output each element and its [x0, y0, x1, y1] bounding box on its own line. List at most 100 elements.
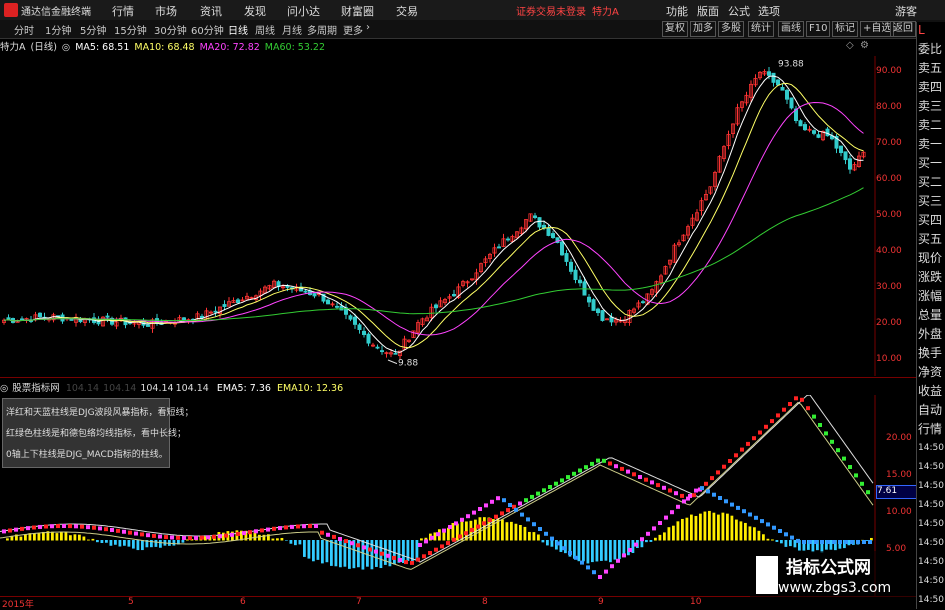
tool-f10[interactable]: F10: [806, 21, 831, 37]
short-wave-marker: [700, 486, 704, 491]
side-item[interactable]: 卖一: [918, 136, 945, 153]
candle-body: [312, 293, 317, 297]
period-60min[interactable]: 60分钟: [191, 22, 224, 37]
menu-function[interactable]: 功能: [666, 3, 688, 19]
chevron-right-icon[interactable]: ›: [366, 22, 370, 33]
side-item[interactable]: 涨跌: [918, 269, 945, 286]
menu-ask[interactable]: 问小达: [287, 3, 320, 19]
side-item[interactable]: L: [918, 22, 945, 39]
period-multi[interactable]: 多周期: [307, 22, 337, 37]
price-tick: 70.00: [876, 138, 902, 148]
side-item[interactable]: 总量: [918, 307, 945, 324]
side-item[interactable]: 买四: [918, 212, 945, 229]
menu-discover[interactable]: 发现: [244, 3, 266, 19]
macd-bar: [343, 540, 347, 567]
side-item[interactable]: 委比: [918, 41, 945, 58]
period-timeshare[interactable]: 分时: [14, 22, 34, 37]
menu-trade[interactable]: 交易: [396, 3, 418, 19]
wave-marker: [506, 508, 510, 513]
menu-quotes[interactable]: 行情: [112, 3, 134, 19]
side-item[interactable]: 外盘: [918, 326, 945, 343]
candle-body: [839, 145, 844, 154]
settings-icon[interactable]: ⚙: [860, 40, 869, 51]
period-1min[interactable]: 1分钟: [45, 22, 71, 37]
expand-icon[interactable]: ◇: [846, 40, 854, 51]
macd-bar: [447, 527, 450, 541]
side-item[interactable]: 14:50: [918, 592, 945, 609]
period-monthly[interactable]: 月线: [282, 22, 302, 37]
wave-marker: [470, 527, 474, 532]
side-item[interactable]: 14:50: [918, 573, 945, 590]
note-line-2: 红绿色柱线是和德包络均线指标，看中长线；: [6, 429, 187, 439]
kline-chart[interactable]: 93.88 9.88: [0, 56, 876, 376]
side-item[interactable]: 卖三: [918, 98, 945, 115]
side-item[interactable]: 14:50: [918, 516, 945, 533]
price-tick: 20.00: [876, 318, 902, 328]
side-item[interactable]: 买五: [918, 231, 945, 248]
short-wave-marker: [460, 517, 464, 522]
side-item[interactable]: 现价: [918, 250, 945, 267]
app-logo-icon: [4, 3, 18, 17]
side-item[interactable]: 14:50: [918, 497, 945, 514]
period-weekly[interactable]: 周线: [255, 22, 275, 37]
wave-marker: [704, 481, 708, 486]
period-30min[interactable]: 30分钟: [154, 22, 187, 37]
tool-back[interactable]: 返回: [890, 21, 916, 37]
wave-marker: [296, 524, 300, 529]
side-item[interactable]: 自动: [918, 402, 945, 419]
side-item[interactable]: 行情: [918, 421, 945, 438]
time-tick: 5: [128, 597, 134, 607]
menu-formula[interactable]: 公式: [728, 3, 750, 19]
tool-stats[interactable]: 统计: [748, 21, 774, 37]
side-item[interactable]: 买一: [918, 155, 945, 172]
wave-marker: [752, 436, 756, 441]
wave-marker: [266, 527, 270, 532]
short-wave-marker: [520, 512, 524, 517]
tool-mark[interactable]: 标记: [832, 21, 858, 37]
period-5min[interactable]: 5分钟: [80, 22, 106, 37]
short-wave-marker: [652, 526, 656, 531]
tool-adjust[interactable]: 复权: [662, 21, 688, 37]
indicator-value-3: 104.14: [140, 383, 174, 394]
side-item[interactable]: 买二: [918, 174, 945, 191]
side-item[interactable]: 14:50: [918, 459, 945, 476]
wave-marker: [842, 456, 846, 461]
side-item[interactable]: 14:50: [918, 478, 945, 495]
user-guest[interactable]: 游客: [895, 3, 917, 19]
macd-bar: [546, 540, 549, 546]
side-item[interactable]: 14:50: [918, 554, 945, 571]
tool-overlay[interactable]: 加多: [690, 21, 716, 37]
side-item[interactable]: 卖二: [918, 117, 945, 134]
side-item[interactable]: 卖五: [918, 60, 945, 77]
tool-draw[interactable]: 画线: [778, 21, 804, 37]
candle-body: [843, 151, 848, 161]
side-item[interactable]: 涨幅: [918, 288, 945, 305]
side-item[interactable]: 14:50: [918, 535, 945, 552]
macd-bar: [618, 540, 621, 560]
macd-bar: [280, 537, 284, 541]
short-wave-marker: [664, 515, 668, 520]
period-daily[interactable]: 日线: [228, 22, 248, 37]
period-more[interactable]: 更多: [343, 22, 363, 37]
wave-marker: [806, 406, 810, 411]
wave-marker: [386, 553, 390, 558]
menu-news[interactable]: 资讯: [200, 3, 222, 19]
side-item[interactable]: 收益: [918, 383, 945, 400]
short-wave-marker: [478, 507, 482, 511]
candle-body: [771, 72, 776, 83]
menu-market[interactable]: 市场: [155, 3, 177, 19]
side-item[interactable]: 买三: [918, 193, 945, 210]
menu-layout[interactable]: 版面: [697, 3, 719, 19]
indicator-name: 股票指标网: [12, 383, 60, 394]
menu-wealth[interactable]: 财富圈: [341, 3, 374, 19]
pane-divider[interactable]: [0, 377, 916, 378]
side-item[interactable]: 14:50: [918, 440, 945, 457]
menu-options[interactable]: 选项: [758, 3, 780, 19]
side-item[interactable]: 净资: [918, 364, 945, 381]
side-item[interactable]: 卖四: [918, 79, 945, 96]
side-item[interactable]: 换手: [918, 345, 945, 362]
wave-marker: [14, 527, 18, 532]
short-wave-marker: [754, 515, 758, 520]
tool-multistock[interactable]: 多股: [718, 21, 744, 37]
period-15min[interactable]: 15分钟: [114, 22, 147, 37]
